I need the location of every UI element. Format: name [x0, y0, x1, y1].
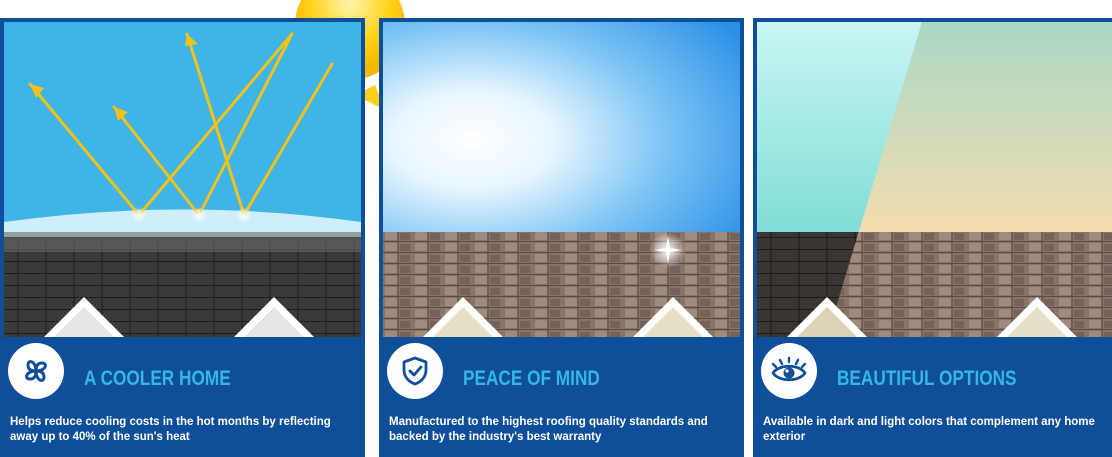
fan-icon [25, 360, 47, 382]
fan-icon-badge [8, 343, 64, 399]
eye-icon-badge [761, 343, 817, 399]
shield-check-icon [402, 356, 428, 386]
card-title: A COOLER HOME [84, 367, 231, 390]
shield-icon-badge [387, 343, 443, 399]
card-description: Available in dark and light colors that … [763, 416, 1095, 443]
card-description: Helps reduce cooling costs in the hot mo… [10, 416, 331, 443]
card-description: Manufactured to the highest roofing qual… [389, 416, 708, 443]
beautiful-options-illustration [757, 22, 1112, 337]
eye-icon [771, 356, 807, 382]
peace-of-mind-illustration [383, 22, 740, 337]
feature-card-cooler-home: A COOLER HOME Helps reduce cooling costs… [0, 18, 365, 457]
cooler-home-illustration [4, 22, 361, 337]
card-title: BEAUTIFUL OPTIONS [837, 367, 1017, 390]
feature-card-peace-of-mind: PEACE OF MIND Manufactured to the highes… [379, 18, 744, 457]
card-title: PEACE OF MIND [463, 367, 600, 390]
feature-card-beautiful-options: BEAUTIFUL OPTIONS Available in dark and … [753, 18, 1112, 457]
